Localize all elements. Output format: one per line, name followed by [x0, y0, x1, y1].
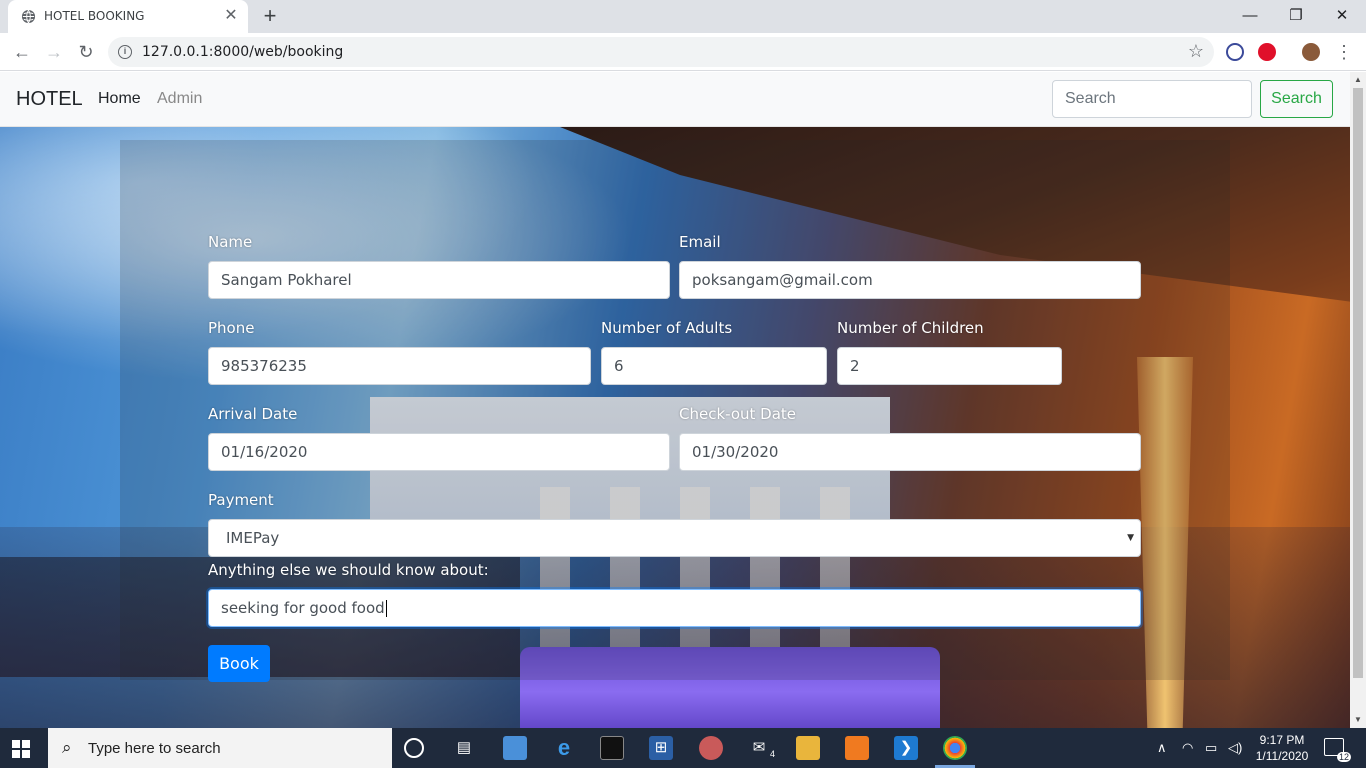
opera-extension-icon[interactable]: [1258, 43, 1276, 61]
browser-menu-icon[interactable]: ⋮: [1332, 41, 1356, 63]
browser-tab[interactable]: HOTEL BOOKING ✕: [8, 0, 248, 33]
name-label: Name: [208, 233, 253, 251]
new-tab-icon[interactable]: +: [259, 5, 281, 27]
nav-link-home[interactable]: Home: [98, 90, 141, 108]
arrival-date-label: Arrival Date: [208, 405, 298, 423]
children-field[interactable]: 2: [837, 347, 1062, 385]
search-input[interactable]: [1052, 80, 1252, 118]
task-view-icon[interactable]: ▤: [452, 736, 476, 760]
paint-icon[interactable]: [699, 736, 723, 760]
email-field[interactable]: poksangam@gmail.com: [679, 261, 1141, 299]
scroll-up-icon[interactable]: ▲: [1353, 75, 1363, 85]
text-cursor: [385, 600, 387, 617]
browser-tab-strip: HOTEL BOOKING ✕ + — ❐ ✕: [0, 0, 1366, 33]
scroll-down-icon[interactable]: ▼: [1353, 715, 1363, 725]
reload-icon[interactable]: ↻: [74, 41, 98, 63]
wifi-icon[interactable]: ◠: [1182, 740, 1193, 756]
arrival-date-field[interactable]: 01/16/2020: [208, 433, 670, 471]
profile-avatar[interactable]: [1302, 43, 1320, 61]
nav-link-admin[interactable]: Admin: [157, 90, 202, 108]
tray-expand-icon[interactable]: ∧: [1157, 740, 1167, 756]
mail-icon[interactable]: ✉ 4: [747, 736, 775, 760]
url-text: 127.0.0.1:8000/web/booking: [142, 44, 344, 60]
search-button[interactable]: Search: [1260, 80, 1333, 118]
browser-toolbar: ← → ↻ i 127.0.0.1:8000/web/booking ☆ ⋮: [0, 33, 1366, 71]
payment-selected-value: IMEPay: [226, 529, 280, 547]
blocker-extension-icon[interactable]: [1226, 43, 1244, 61]
checkout-date-field[interactable]: 01/30/2020: [679, 433, 1141, 471]
taskbar-clock[interactable]: 9:17 PM 1/11/2020: [1252, 732, 1312, 764]
notification-center-icon[interactable]: 12: [1324, 738, 1351, 762]
phone-field[interactable]: 985376235: [208, 347, 591, 385]
battery-icon[interactable]: ▭: [1205, 740, 1217, 756]
forward-arrow-icon[interactable]: →: [42, 41, 66, 63]
page-viewport: HOTEL Home Admin Search Name Sangam Pokh…: [0, 72, 1350, 728]
back-arrow-icon[interactable]: ←: [10, 41, 34, 63]
windows-taskbar: ⌕ Type here to search ▤ e ⊞ ✉ 4 ❯ ∧ ◠ ▭ ◁…: [0, 728, 1366, 768]
brand-logo[interactable]: HOTEL: [16, 88, 83, 111]
taskbar-search-placeholder: Type here to search: [88, 740, 221, 757]
tab-title: HOTEL BOOKING: [44, 9, 145, 23]
site-navbar: HOTEL Home Admin Search: [0, 72, 1350, 127]
adults-label: Number of Adults: [601, 319, 733, 337]
taskbar-search-box[interactable]: ⌕ Type here to search: [48, 728, 392, 768]
phone-label: Phone: [208, 319, 255, 337]
close-window-icon[interactable]: ✕: [1322, 5, 1362, 27]
bookmark-star-icon[interactable]: ☆: [1188, 41, 1204, 62]
clock-time: 9:17 PM: [1259, 733, 1305, 747]
globe-icon: [21, 9, 36, 24]
book-button[interactable]: Book: [208, 645, 270, 682]
payment-select[interactable]: IMEPay ▼: [208, 519, 1141, 557]
checkout-date-label: Check-out Date: [679, 405, 797, 423]
clock-date: 1/11/2020: [1255, 749, 1309, 763]
store-icon[interactable]: ⊞: [649, 736, 673, 760]
volume-icon[interactable]: ◁): [1228, 740, 1242, 756]
app-icon[interactable]: [503, 736, 527, 760]
cortana-icon[interactable]: [404, 738, 424, 758]
name-field[interactable]: Sangam Pokharel: [208, 261, 670, 299]
xampp-icon[interactable]: [845, 736, 869, 760]
notes-field[interactable]: seeking for good food: [208, 589, 1141, 627]
chrome-icon[interactable]: [943, 736, 967, 760]
page-scrollbar[interactable]: ▲ ▼: [1350, 72, 1366, 728]
email-label: Email: [679, 233, 721, 251]
vscode-icon[interactable]: ❯: [894, 736, 918, 760]
restore-window-icon[interactable]: ❐: [1276, 5, 1316, 27]
scrollbar-thumb[interactable]: [1353, 88, 1363, 678]
file-explorer-icon[interactable]: [796, 736, 820, 760]
payment-label: Payment: [208, 491, 274, 509]
notes-label: Anything else we should know about:: [208, 561, 489, 579]
terminal-icon[interactable]: [600, 736, 624, 760]
minimize-window-icon[interactable]: —: [1230, 5, 1270, 27]
select-arrow-icon: ▼: [1127, 533, 1134, 543]
mail-badge: 4: [769, 749, 775, 759]
notification-count: 12: [1336, 752, 1351, 762]
adults-field[interactable]: 6: [601, 347, 827, 385]
search-icon: ⌕: [62, 738, 72, 757]
windows-start-icon[interactable]: [12, 740, 30, 758]
children-label: Number of Children: [837, 319, 984, 337]
close-tab-icon[interactable]: ✕: [222, 7, 240, 25]
edge-browser-icon[interactable]: e: [552, 736, 576, 760]
address-bar[interactable]: i 127.0.0.1:8000/web/booking ☆: [108, 37, 1214, 67]
site-info-icon[interactable]: i: [118, 45, 132, 59]
notes-text: seeking for good food: [221, 599, 385, 617]
